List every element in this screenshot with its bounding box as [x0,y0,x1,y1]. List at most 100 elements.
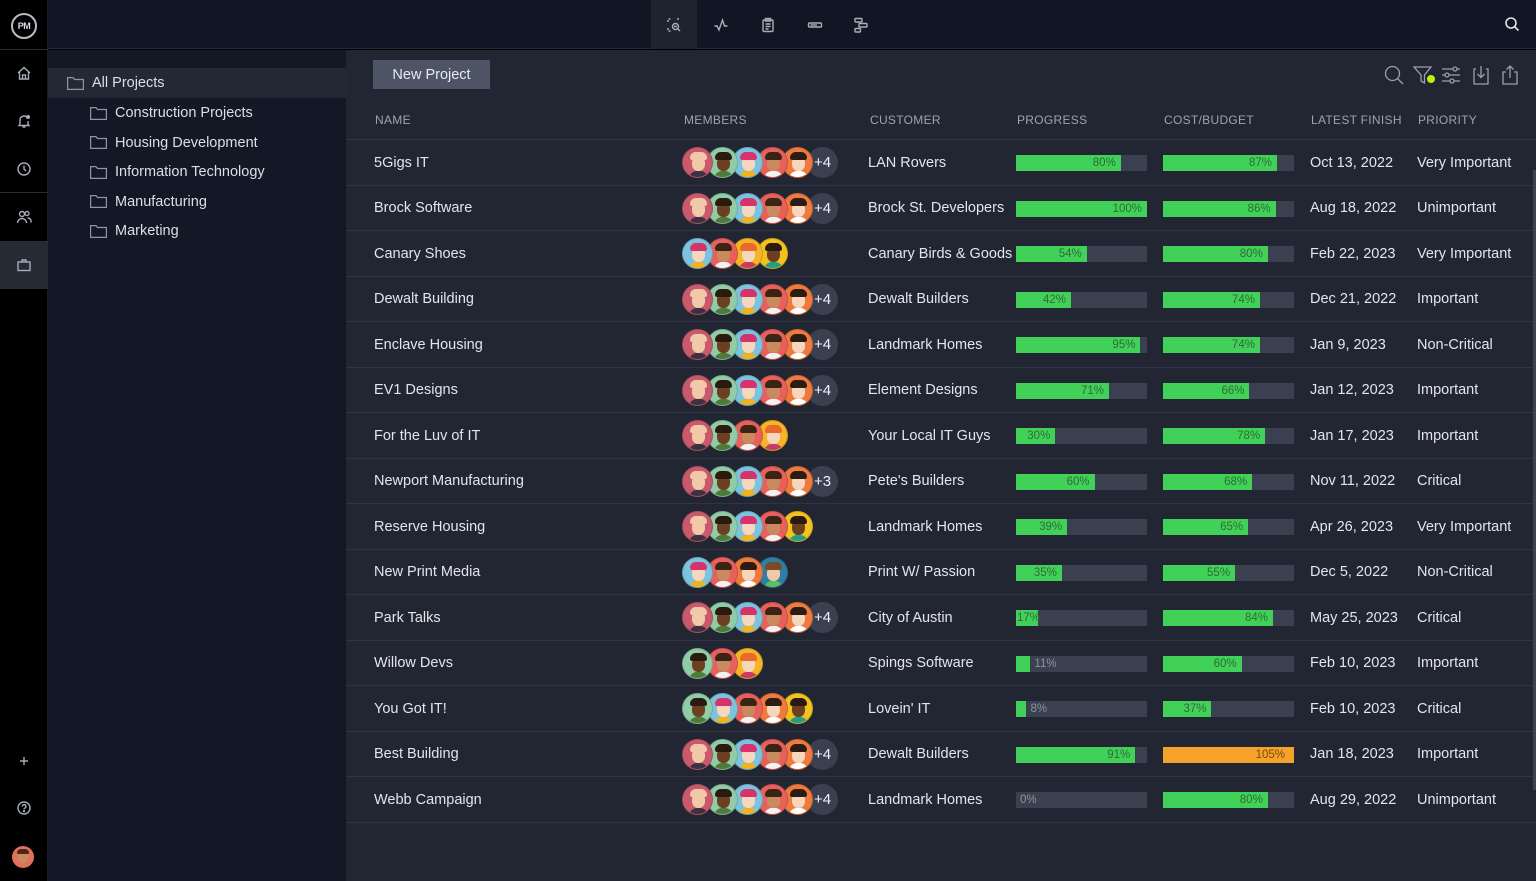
zoom-select-icon [667,17,681,32]
table-row[interactable]: Best Building +4 Dewalt Builders 91% 105% Jan… [346,732,1536,777]
project-name[interactable]: Brock Software [374,186,472,231]
priority[interactable]: Very Important [1417,231,1511,276]
tab-dashboard-view[interactable] [698,0,744,49]
column-priority[interactable]: PRIORITY [1418,113,1477,127]
filter-button[interactable] [1412,64,1435,86]
tree-item-label: Housing Development [115,134,258,151]
tab-gantt-view[interactable] [838,0,884,49]
rail-home[interactable] [0,49,48,97]
rail-notifications[interactable] [0,97,48,145]
tree-item-folder[interactable]: Information Technology [48,157,346,187]
member-avatar[interactable] [682,738,713,770]
search-button[interactable] [1383,64,1405,86]
project-name[interactable]: For the Luv of IT [374,413,480,458]
priority[interactable]: Critical [1417,686,1461,731]
pm-logo[interactable]: PM [11,13,37,39]
new-project-button[interactable]: New Project [373,60,490,89]
project-name[interactable]: Dewalt Building [374,277,474,322]
tab-roadmap-view[interactable] [792,0,838,49]
import-button[interactable] [1470,64,1492,86]
table-row[interactable]: New Print Media Print W/ Passion 35% 55% Dec… [346,550,1536,595]
column-members[interactable]: MEMBERS [684,113,747,127]
priority[interactable]: Unimportant [1417,777,1496,822]
tree-item-all-projects[interactable]: All Projects [48,68,346,98]
latest-finish: Jan 12, 2023 [1310,382,1394,398]
rail-time[interactable] [0,145,48,193]
priority[interactable]: Important [1417,641,1478,686]
project-name[interactable]: 5Gigs IT [374,140,429,185]
table-row[interactable]: Brock Software +4 Brock St. Developers 100%… [346,186,1536,231]
tab-portfolio-view[interactable] [651,0,697,49]
rail-projects[interactable] [0,241,48,289]
member-avatar[interactable] [682,420,713,451]
table-row[interactable]: You Got IT! Lovein' IT 8% 37% Feb 10, 2023 Cr… [346,686,1536,732]
priority[interactable]: Important [1417,277,1478,322]
project-name[interactable]: Webb Campaign [374,777,482,822]
column-cost-budget[interactable]: COST/BUDGET [1164,113,1254,127]
tree-item-folder[interactable]: Construction Projects [48,98,346,128]
project-name[interactable]: Enclave Housing [374,322,483,367]
tree-item-folder[interactable]: Housing Development [48,128,346,158]
priority[interactable]: Very Important [1417,140,1511,185]
table-row[interactable]: Webb Campaign +4 Landmark Homes 0% 80% Aug 29… [346,777,1536,823]
project-name[interactable]: New Print Media [374,550,480,595]
member-avatar[interactable] [682,647,713,679]
member-avatar[interactable] [682,693,713,724]
priority[interactable]: Non-Critical [1417,322,1493,367]
project-name[interactable]: You Got IT! [374,686,447,731]
project-name[interactable]: Willow Devs [374,641,453,686]
priority[interactable]: Important [1417,413,1478,458]
table-row[interactable]: For the Luv of IT Your Local IT Guys 30% 78… [346,413,1536,459]
share-button[interactable] [1499,64,1521,86]
rail-add[interactable] [0,737,48,785]
customer-name: Pete's Builders [868,473,965,489]
project-name[interactable]: Canary Shoes [374,231,466,276]
column-latest-finish[interactable]: LATEST FINISH [1311,113,1402,127]
progress-label: 11% [1034,657,1057,670]
customer-name: Dewalt Builders [868,746,969,762]
table-row[interactable]: Canary Shoes Canary Birds & Goods 54% 80% Fe… [346,231,1536,277]
table-row[interactable]: Dewalt Building +4 Dewalt Builders 42% 74% De… [346,277,1536,322]
member-avatar[interactable] [682,147,713,178]
project-name[interactable]: Best Building [374,732,459,777]
member-avatar[interactable] [682,602,713,633]
rail-team[interactable] [0,193,48,241]
member-avatar[interactable] [682,283,713,315]
member-avatar[interactable] [682,192,713,224]
priority[interactable]: Critical [1417,459,1461,504]
priority[interactable]: Unimportant [1417,186,1496,231]
priority[interactable]: Non-Critical [1417,550,1493,595]
tree-item-folder[interactable]: Manufacturing [48,187,346,217]
tree-item-folder[interactable]: Marketing [48,216,346,246]
project-name[interactable]: Newport Manufacturing [374,459,524,504]
table-row[interactable]: 5Gigs IT +4 LAN Rovers 80% 87% Oct 13, 2022 Ve… [346,140,1536,186]
project-name[interactable]: Reserve Housing [374,504,485,549]
member-avatar[interactable] [682,511,713,542]
project-name[interactable]: EV1 Designs [374,368,458,413]
table-row[interactable]: Enclave Housing +4 Landmark Homes 95% 74% Jan… [346,322,1536,368]
column-name[interactable]: NAME [375,113,411,127]
priority[interactable]: Critical [1417,595,1461,640]
member-avatar[interactable] [682,329,713,360]
user-avatar[interactable] [12,846,34,868]
rail-help[interactable] [0,784,48,832]
table-row[interactable]: Newport Manufacturing +3 Pete's Builders 60… [346,459,1536,504]
member-avatar[interactable] [682,374,713,406]
member-avatar[interactable] [682,465,713,497]
table-row[interactable]: EV1 Designs +4 Element Designs 71% 66% Jan 12… [346,368,1536,413]
global-search-button[interactable] [1504,16,1522,34]
table-row[interactable]: Reserve Housing Landmark Homes 39% 65% Apr 2… [346,504,1536,550]
column-customer[interactable]: CUSTOMER [870,113,941,127]
project-name[interactable]: Park Talks [374,595,441,640]
member-avatar[interactable] [682,556,713,588]
member-avatar[interactable] [682,238,713,269]
column-progress[interactable]: PROGRESS [1017,113,1087,127]
priority[interactable]: Important [1417,368,1478,413]
priority[interactable]: Very Important [1417,504,1511,549]
table-row[interactable]: Willow Devs Spings Software 11% 60% Feb 10, … [346,641,1536,686]
member-avatar[interactable] [682,784,713,815]
table-row[interactable]: Park Talks +4 City of Austin 17% 84% May 25, … [346,595,1536,641]
tab-reports-view[interactable] [745,0,791,49]
priority[interactable]: Important [1417,732,1478,777]
settings-button[interactable] [1440,64,1462,86]
